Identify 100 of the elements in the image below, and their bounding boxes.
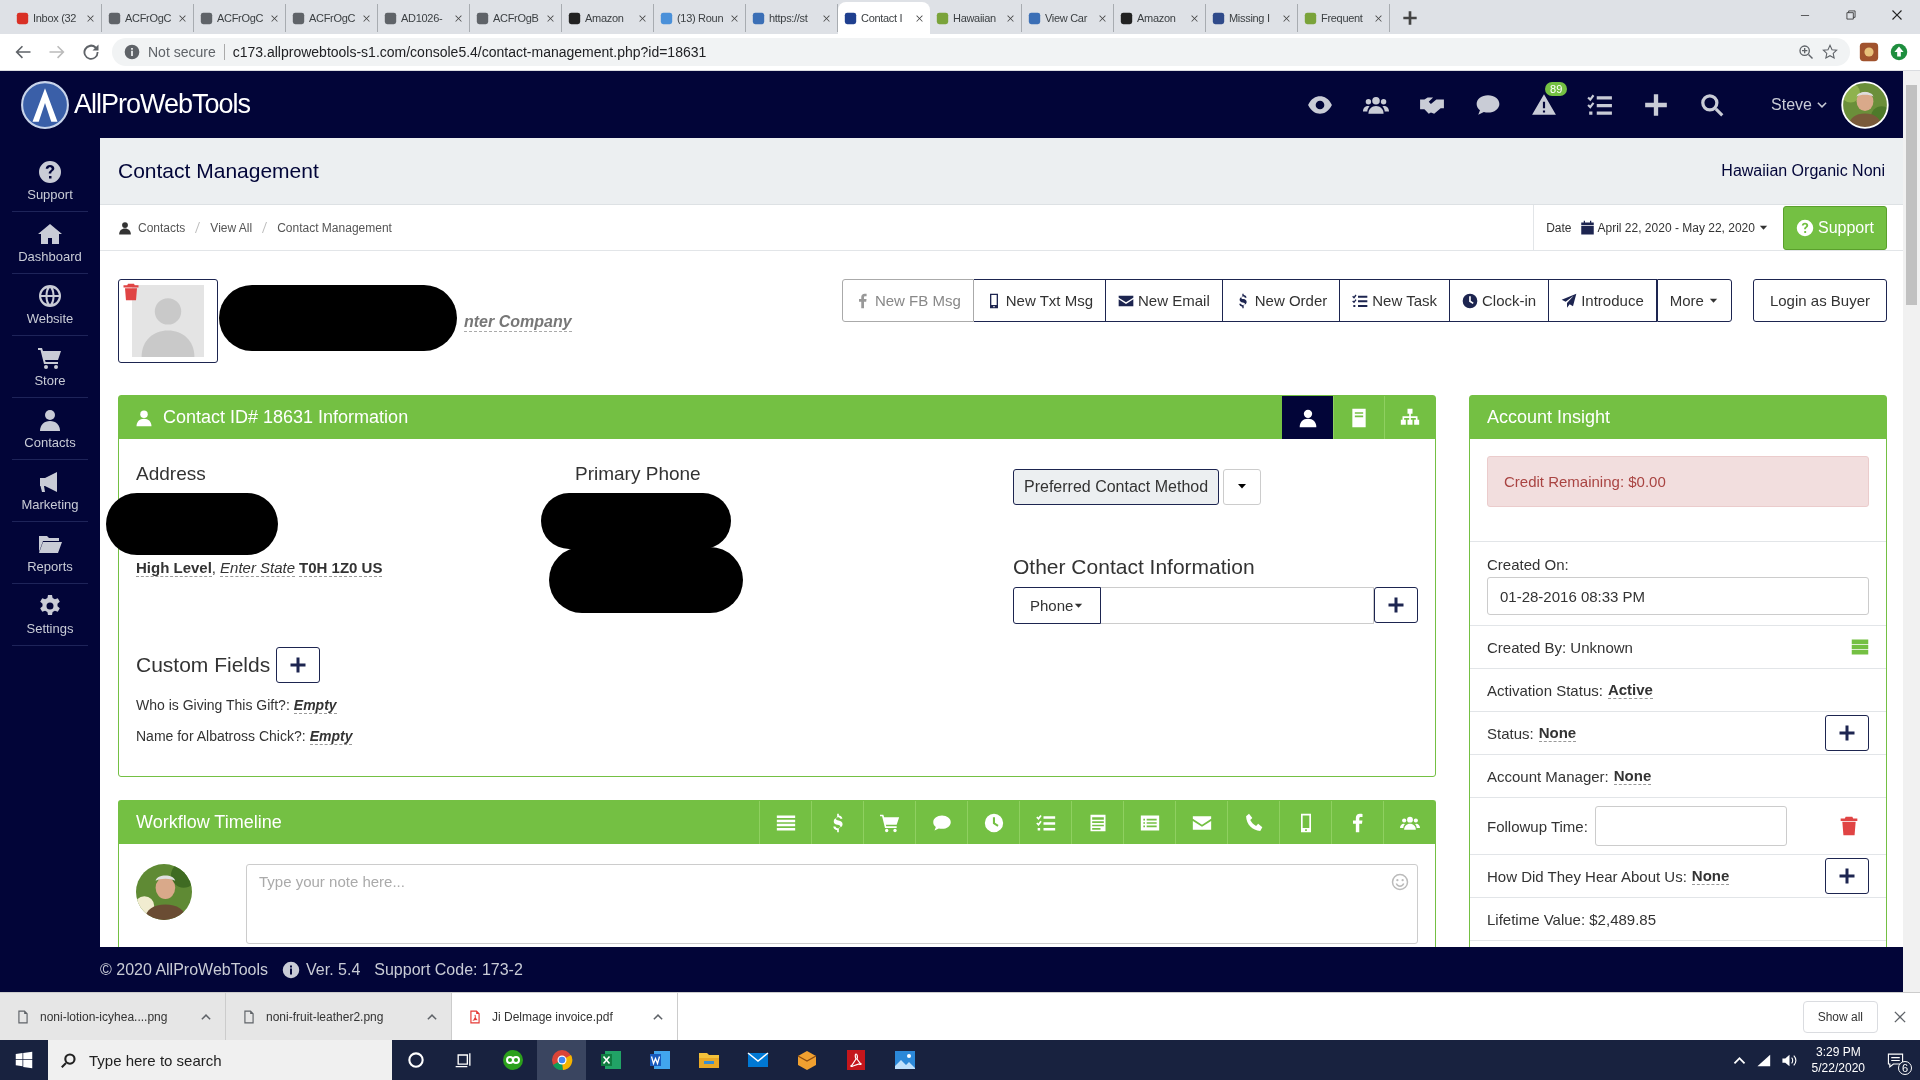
date-range-picker[interactable]: April 22, 2020 - May 22, 2020 (1579, 220, 1769, 235)
field-label: Followup Time: (1487, 817, 1588, 835)
close-icon[interactable] (1374, 13, 1383, 23)
browser-tab[interactable]: Amazon (1114, 4, 1206, 32)
view-tab[interactable] (1282, 396, 1333, 439)
browser-tab[interactable]: Frequent (1298, 4, 1390, 32)
phone-type-dropdown[interactable]: Phone (1013, 587, 1102, 624)
download-item[interactable]: noni-fruit-leather2.png (226, 993, 452, 1040)
address-value[interactable]: T0H 1Z0 US (299, 559, 383, 577)
calendar-icon (1579, 220, 1595, 235)
dropdown-toggle[interactable] (1223, 469, 1262, 505)
browser-tab[interactable]: ACFrOgC (102, 4, 194, 32)
login-as-buyer-button[interactable]: Login as Buyer (1752, 279, 1887, 322)
tab-title: ACFrOgC (125, 12, 173, 24)
breadcrumb-link[interactable]: Contacts (138, 220, 186, 235)
close-icon[interactable] (1006, 13, 1015, 23)
sidebar-item[interactable]: Settings (12, 584, 88, 646)
copyright-text: © 2020 AllProWebTools (100, 960, 269, 979)
browser-tab[interactable]: Amazon (562, 4, 654, 32)
new-tab-icon[interactable] (1402, 10, 1418, 26)
close-icon[interactable] (86, 13, 95, 23)
add-button[interactable] (1825, 858, 1869, 894)
browser-tab[interactable]: ACFrOgC (286, 4, 378, 32)
field-value[interactable]: Empty (309, 728, 353, 745)
contact-info-field[interactable] (1101, 587, 1374, 624)
zoom-icon[interactable] (1798, 44, 1814, 60)
field-value[interactable]: None (1613, 767, 1652, 785)
tab-title: ACFrOgC (309, 12, 357, 24)
close-icon[interactable] (362, 13, 371, 23)
sidebar-item[interactable]: Contacts (12, 398, 88, 460)
trash-icon[interactable] (122, 283, 140, 301)
add-button[interactable] (276, 647, 321, 683)
browser-tab[interactable]: ACFrOgC (194, 4, 286, 32)
close-icon[interactable] (822, 13, 831, 23)
taskbar-clock[interactable]: 3:29 PM 5/22/2020 (1801, 1044, 1875, 1076)
extension-icon[interactable] (1858, 41, 1880, 63)
profile-photo-frame[interactable] (118, 279, 218, 363)
address-field[interactable]: Not secure c173.allprowebtools-s1.com/console5.4/contact-management.php?id=18631 (112, 38, 1850, 66)
preferred-contact-button[interactable]: Preferred Contact Method (1013, 469, 1220, 505)
close-icon[interactable] (546, 13, 555, 23)
browser-tab[interactable]: Contact I (838, 2, 930, 34)
favicon-icon (1212, 11, 1225, 25)
field-value[interactable]: Active (1607, 681, 1653, 699)
trash-icon[interactable] (1839, 816, 1859, 836)
action-button[interactable]: New Order (1222, 279, 1341, 322)
close-icon[interactable] (270, 13, 279, 23)
more-dropdown[interactable]: More (1656, 279, 1732, 322)
sidebar-item[interactable]: Marketing (12, 460, 88, 522)
browser-tab[interactable]: Hawaiian (930, 4, 1022, 32)
action-button[interactable]: Clock-in (1450, 279, 1550, 322)
show-all-button[interactable]: Show all (1802, 1000, 1878, 1033)
close-icon[interactable] (915, 13, 924, 23)
address-placeholder[interactable]: Enter State (220, 559, 296, 577)
close-icon[interactable] (638, 13, 647, 23)
action-button[interactable]: New Task (1340, 279, 1450, 322)
download-item[interactable]: noni-lotion-icyhea....png (0, 993, 226, 1040)
sidebar-item[interactable]: Support (12, 150, 88, 212)
sidebar-item[interactable]: Dashboard (12, 212, 88, 274)
star-icon[interactable] (1822, 44, 1838, 60)
close-icon[interactable] (454, 13, 463, 23)
close-icon[interactable] (1098, 13, 1107, 23)
plus-icon (289, 656, 308, 674)
field-value[interactable]: None (1691, 867, 1730, 885)
close-icon[interactable] (1282, 13, 1291, 23)
breadcrumb-link[interactable]: Contact Management (277, 220, 392, 235)
action-button[interactable]: New Email (1106, 279, 1223, 322)
close-icon[interactable] (730, 13, 739, 23)
update-icon[interactable] (1888, 41, 1910, 63)
cart-icon (38, 345, 62, 370)
scrollbar[interactable] (1903, 71, 1920, 992)
browser-tab[interactable]: ACFrOgB (470, 4, 562, 32)
field-value[interactable]: Empty (293, 697, 337, 714)
image-icon (892, 1048, 917, 1072)
close-icon[interactable] (178, 13, 187, 23)
browser-tab[interactable]: View Car (1022, 4, 1114, 32)
company-placeholder[interactable]: nter Company (464, 313, 572, 332)
taskbar-search-field[interactable]: Type here to search (48, 1040, 392, 1080)
plus-icon[interactable] (1643, 91, 1670, 118)
field-value[interactable]: None (1538, 724, 1577, 742)
logo-icon[interactable] (20, 79, 70, 130)
address-value[interactable]: High Level (136, 559, 212, 577)
user-menu[interactable]: Steve (1771, 95, 1829, 114)
sidebar-item[interactable]: Website (12, 274, 88, 336)
browser-tab[interactable]: (13) Roun (654, 4, 746, 32)
browser-tab[interactable]: AD1026- (378, 4, 470, 32)
browser-tab[interactable]: Inbox (32 (10, 4, 102, 32)
browser-tab[interactable]: Missing I (1206, 4, 1298, 32)
sidebar-item[interactable]: Reports (12, 522, 88, 584)
brand-name[interactable]: AllProWebTools (74, 89, 251, 120)
add-button[interactable] (1374, 587, 1418, 623)
add-button[interactable] (1825, 715, 1869, 751)
breadcrumb-link[interactable]: View All (210, 220, 253, 235)
action-button[interactable]: Introduce (1549, 279, 1657, 322)
followup-time-field[interactable] (1594, 806, 1787, 846)
search-icon[interactable] (1699, 91, 1726, 118)
tab-title: Missing I (1229, 12, 1271, 24)
created-on-field[interactable]: 01-28-2016 08:33 PM (1487, 577, 1869, 615)
action-button[interactable]: New Txt Msg (973, 279, 1107, 322)
sidebar-item[interactable]: Store (12, 336, 88, 398)
close-icon[interactable] (1190, 13, 1199, 23)
